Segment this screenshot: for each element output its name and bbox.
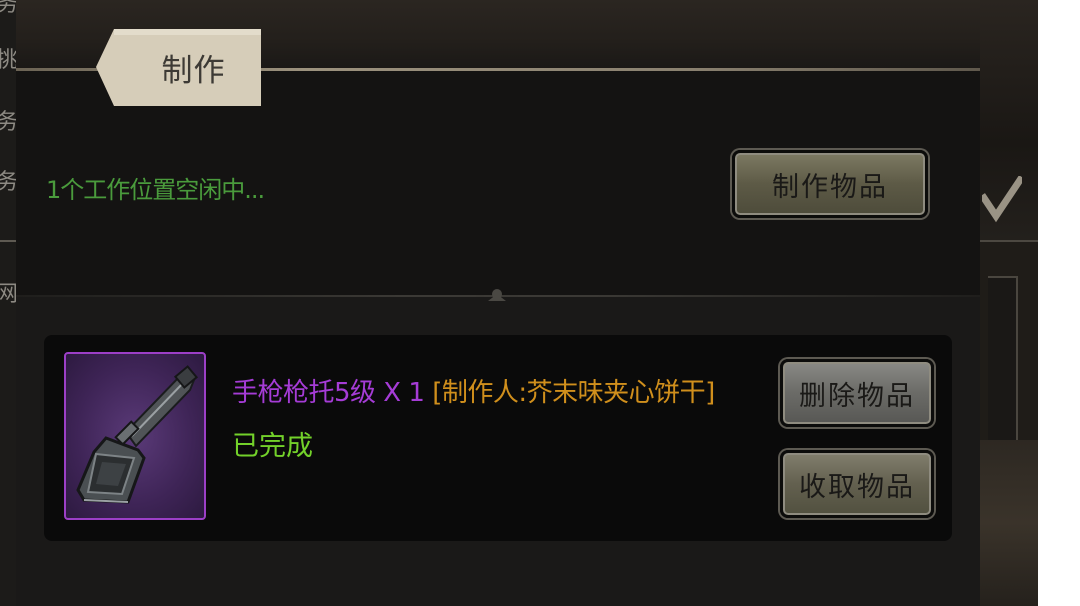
background-glyph: 务 — [0, 170, 16, 195]
item-name: 手枪枪托5级 X 1 — [232, 378, 425, 408]
tab-crafting[interactable]: 制作 — [96, 29, 261, 106]
item-name-line: 手枪枪托5级 X 1 [制作人:芥末味夹心饼干] — [232, 372, 715, 409]
maker-prefix: [制作人: — [432, 378, 527, 408]
crafting-panel: 制作 1个工作位置空闲中... 制作物品 手枪枪托5级 X 1 [制作人:芥末味… — [16, 0, 980, 606]
checkmark-icon — [982, 176, 1022, 223]
background-glyph: 网 — [0, 282, 16, 307]
delete-item-button[interactable]: 删除物品 — [780, 359, 934, 427]
maker-suffix: ] — [705, 378, 715, 408]
workslot-status: 1个工作位置空闲中... — [46, 176, 265, 204]
background-right-panel — [980, 0, 1038, 606]
background-glyph: 务 — [0, 110, 16, 135]
pistol-stock-icon — [76, 365, 199, 504]
background-divider — [0, 240, 16, 242]
item-icon-frame[interactable] — [64, 352, 206, 520]
make-item-button[interactable]: 制作物品 — [732, 150, 928, 218]
divider-ornament-icon — [476, 289, 518, 301]
collect-item-button[interactable]: 收取物品 — [780, 450, 934, 518]
background-left-panel: 务 挑 务 务 网 — [0, 0, 16, 606]
maker-name: 芥末味夹心饼干 — [526, 378, 706, 408]
item-status: 已完成 — [232, 431, 313, 462]
tab-label-text: 制作 — [161, 53, 226, 89]
background-glyph: 务 — [0, 0, 16, 17]
background-glyph: 挑 — [0, 48, 16, 73]
